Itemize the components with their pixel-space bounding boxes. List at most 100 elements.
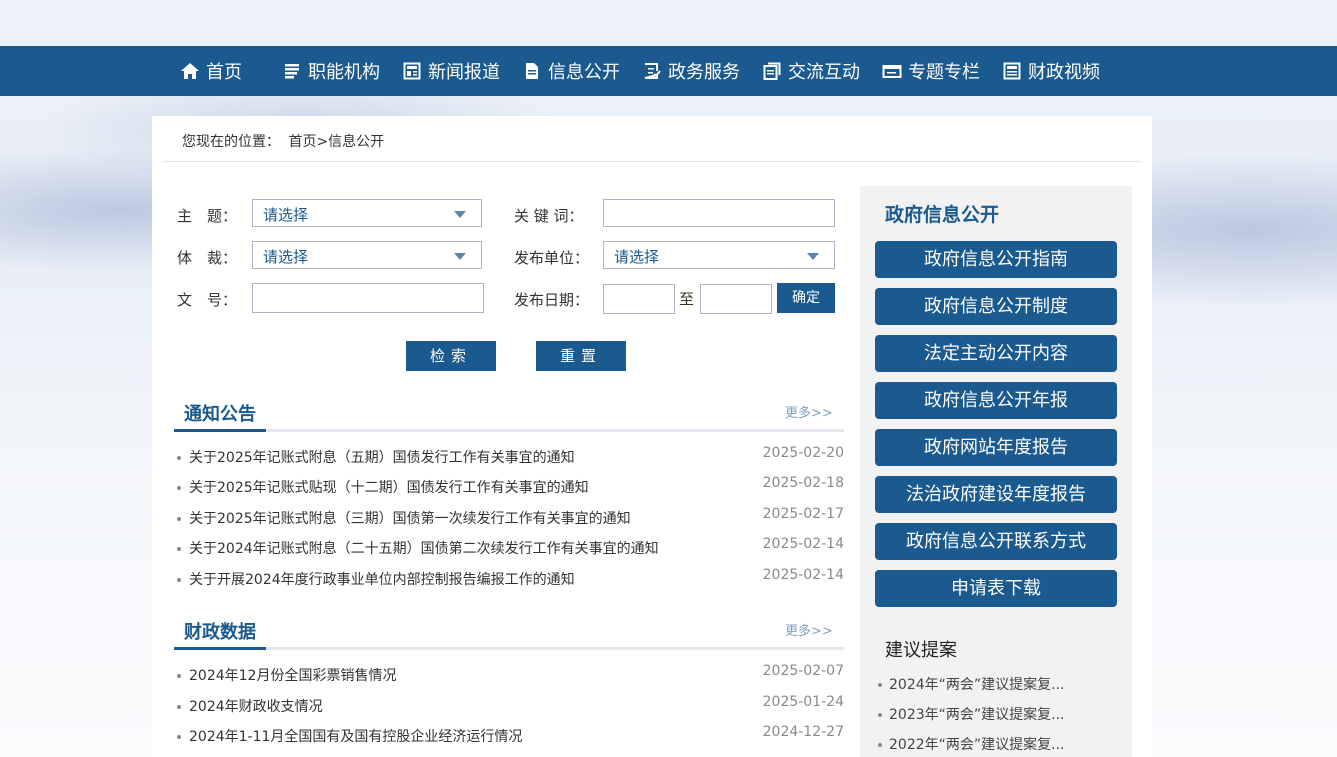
nav-interaction[interactable]: 交流互动 xyxy=(762,58,860,84)
list-item-title[interactable]: 关于2025年记账式贴现（十二期）国债发行工作有关事宜的通知 xyxy=(189,477,589,497)
list-item-date: 2025-02-14 xyxy=(762,567,844,583)
video-icon xyxy=(1002,61,1022,81)
nav-info-disclosure[interactable]: 信息公开 xyxy=(522,58,620,84)
list-item[interactable]: 关于2025年记账式附息（三期）国债第一次续发行工作有关事宜的通知 2025-02… xyxy=(177,506,844,528)
chevron-down-icon xyxy=(807,253,819,260)
keyword-input[interactable] xyxy=(603,199,835,227)
proposal-item-label[interactable]: 2024年“两会”建议提案复... xyxy=(889,677,1065,693)
list-item-title[interactable]: 关于2025年记账式附息（五期）国债发行工作有关事宜的通知 xyxy=(189,447,575,467)
sidebar-btn-website-report[interactable]: 政府网站年度报告 xyxy=(875,429,1117,466)
news-icon xyxy=(402,61,422,81)
list-item-title[interactable]: 2024年1-11月全国国有及国有控股企业经济运行情况 xyxy=(189,726,522,746)
genre-select[interactable]: 请选择 xyxy=(252,241,482,269)
nav-info-disclosure-label: 信息公开 xyxy=(548,62,620,83)
sidebar-btn-form-download[interactable]: 申请表下载 xyxy=(875,570,1117,607)
topic-label: 主 题： xyxy=(177,207,238,225)
doc-number-label: 文 号： xyxy=(177,291,238,309)
sidebar-btn-contact[interactable]: 政府信息公开联系方式 xyxy=(875,523,1117,560)
list-item[interactable]: 关于开展2024年度行政事业单位内部控制报告编报工作的通知 2025-02-14 xyxy=(177,567,844,589)
nav-home[interactable]: 首页 xyxy=(180,58,242,84)
list-item-date: 2025-01-24 xyxy=(762,694,844,710)
nav-departments[interactable]: 职能机构 xyxy=(282,58,380,84)
nav-departments-label: 职能机构 xyxy=(308,62,380,83)
breadcrumb: 您现在的位置： 首页>信息公开 xyxy=(182,131,388,151)
folder-icon xyxy=(882,61,902,81)
sidebar-btn-guide[interactable]: 政府信息公开指南 xyxy=(875,241,1117,278)
list-item-date: 2025-02-18 xyxy=(762,475,844,491)
top-nav-bar: 首页 职能机构 新闻报道 信息公开 政务服务 交流互动 专题专栏 财政视频 xyxy=(0,46,1337,96)
topic-select-value: 请选择 xyxy=(263,206,309,224)
notices-more-link[interactable]: 更多>> xyxy=(785,402,833,421)
document-icon xyxy=(522,61,542,81)
nav-interaction-label: 交流互动 xyxy=(788,62,860,83)
service-icon xyxy=(642,61,662,81)
proposal-item-label[interactable]: 2023年“两会”建议提案复... xyxy=(889,707,1065,723)
list-item-title[interactable]: 2024年财政收支情况 xyxy=(189,696,323,716)
genre-label: 体 裁： xyxy=(177,249,238,267)
notices-underline xyxy=(174,429,844,432)
finance-underline xyxy=(174,647,844,650)
doc-number-input[interactable] xyxy=(252,283,484,313)
date-from-input[interactable] xyxy=(603,284,675,314)
nav-special-topics-label: 专题专栏 xyxy=(908,62,980,83)
list-item[interactable]: 2024年财政收支情况 2025-01-24 xyxy=(177,694,844,716)
chat-icon xyxy=(762,61,782,81)
date-to-label: 至 xyxy=(679,290,695,308)
chevron-down-icon xyxy=(454,211,466,218)
sidebar-btn-annual-report[interactable]: 政府信息公开年报 xyxy=(875,382,1117,419)
list-item-date: 2024-12-27 xyxy=(762,724,844,740)
proposal-item[interactable]: 2023年“两会”建议提案复... xyxy=(878,704,1108,724)
nav-gov-service-label: 政务服务 xyxy=(668,62,740,83)
publisher-select[interactable]: 请选择 xyxy=(603,241,835,269)
sidebar-btn-statutory[interactable]: 法定主动公开内容 xyxy=(875,335,1117,372)
proposal-item[interactable]: 2022年“两会”建议提案复... xyxy=(878,734,1108,754)
list-item-title[interactable]: 2024年12月份全国彩票销售情况 xyxy=(189,665,396,685)
main-nav: 首页 职能机构 新闻报道 信息公开 政务服务 交流互动 专题专栏 财政视频 xyxy=(180,46,1122,96)
publisher-select-value: 请选择 xyxy=(614,248,660,266)
breadcrumb-divider xyxy=(162,161,1142,162)
list-item[interactable]: 关于2025年记账式附息（五期）国债发行工作有关事宜的通知 2025-02-20 xyxy=(177,445,844,467)
reset-button[interactable]: 重置 xyxy=(536,341,626,371)
proposal-item[interactable]: 2024年“两会”建议提案复... xyxy=(878,674,1108,694)
list-item[interactable]: 关于2025年记账式贴现（十二期）国债发行工作有关事宜的通知 2025-02-18 xyxy=(177,475,844,497)
nav-news-label: 新闻报道 xyxy=(428,62,500,83)
list-item[interactable]: 2024年1-11月全国国有及国有控股企业经济运行情况 2024-12-27 xyxy=(177,724,844,746)
topic-select[interactable]: 请选择 xyxy=(252,199,482,227)
list-item-date: 2025-02-20 xyxy=(762,445,844,461)
notices-title[interactable]: 通知公告 xyxy=(184,400,256,426)
sidebar-btn-system[interactable]: 政府信息公开制度 xyxy=(875,288,1117,325)
breadcrumb-path[interactable]: 首页>信息公开 xyxy=(288,134,384,150)
list-item[interactable]: 关于2024年记账式附息（二十五期）国债第二次续发行工作有关事宜的通知 2025-… xyxy=(177,536,844,558)
breadcrumb-prefix: 您现在的位置： xyxy=(182,134,280,150)
content-panel: 您现在的位置： 首页>信息公开 主 题： 请选择 关 键 词： 体 裁： 请选择… xyxy=(152,116,1152,757)
nav-finance-video-label: 财政视频 xyxy=(1028,62,1100,83)
list-item-title[interactable]: 关于开展2024年度行政事业单位内部控制报告编报工作的通知 xyxy=(189,569,575,589)
list-item-title[interactable]: 关于2025年记账式附息（三期）国债第一次续发行工作有关事宜的通知 xyxy=(189,508,631,528)
keyword-label: 关 键 词： xyxy=(514,207,584,225)
proposals-title: 建议提案 xyxy=(885,640,957,661)
confirm-button[interactable]: 确定 xyxy=(777,283,835,313)
nav-finance-video[interactable]: 财政视频 xyxy=(1002,58,1100,84)
finance-data-title[interactable]: 财政数据 xyxy=(184,618,256,644)
date-to-input[interactable] xyxy=(700,284,772,314)
list-item-date: 2025-02-14 xyxy=(762,536,844,552)
proposal-item-label[interactable]: 2022年“两会”建议提案复... xyxy=(889,737,1065,753)
list-item[interactable]: 2024年12月份全国彩票销售情况 2025-02-07 xyxy=(177,663,844,685)
sidebar: 政府信息公开 政府信息公开指南 政府信息公开制度 法定主动公开内容 政府信息公开… xyxy=(860,186,1132,757)
finance-more-link[interactable]: 更多>> xyxy=(785,620,833,639)
search-button[interactable]: 检索 xyxy=(406,341,496,371)
list-icon xyxy=(282,61,302,81)
publisher-label: 发布单位： xyxy=(514,249,590,267)
list-item-date: 2025-02-17 xyxy=(762,506,844,522)
nav-news[interactable]: 新闻报道 xyxy=(402,58,500,84)
list-item-title[interactable]: 关于2024年记账式附息（二十五期）国债第二次续发行工作有关事宜的通知 xyxy=(189,538,659,558)
nav-gov-service[interactable]: 政务服务 xyxy=(642,58,740,84)
nav-special-topics[interactable]: 专题专栏 xyxy=(882,58,980,84)
sidebar-btn-rule-of-law[interactable]: 法治政府建设年度报告 xyxy=(875,476,1117,513)
chevron-down-icon xyxy=(454,253,466,260)
list-item-date: 2025-02-07 xyxy=(762,663,844,679)
publish-date-label: 发布日期： xyxy=(514,291,590,309)
genre-select-value: 请选择 xyxy=(263,248,309,266)
home-icon xyxy=(180,61,200,81)
sidebar-title: 政府信息公开 xyxy=(885,204,1000,226)
